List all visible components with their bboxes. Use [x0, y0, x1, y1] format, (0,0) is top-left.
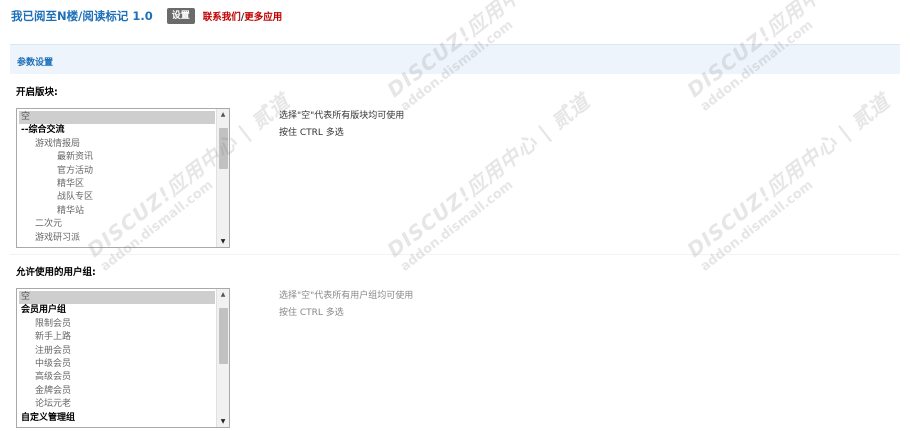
scroll-up-arrow-icon[interactable]: ▲: [217, 289, 229, 300]
scroll-up-arrow-icon[interactable]: ▲: [217, 109, 229, 120]
watermark-url: addon.dismall.com: [697, 177, 817, 275]
user-groups-option-list[interactable]: 空会员用户组 限制会员 新手上路 注册会员 中级会员 高级会员 金牌会员 论坛元老 自定义管理组: [19, 291, 215, 425]
select-option[interactable]: 最新资讯: [19, 151, 215, 164]
select-option[interactable]: 高级会员: [19, 371, 215, 384]
contact-us-link[interactable]: 联系我们: [203, 12, 241, 23]
select-option[interactable]: 论坛元老: [19, 398, 215, 411]
select-option[interactable]: 中级会员: [19, 358, 215, 371]
watermark-url: addon.dismall.com: [397, 177, 517, 275]
forums-hint-line1: 选择"空"代表所有版块均可使用: [279, 111, 405, 121]
select-option[interactable]: 会员用户组: [19, 304, 215, 317]
select-option[interactable]: 官方活动: [19, 165, 215, 178]
forums-scroll-thumb[interactable]: [219, 128, 228, 169]
scroll-down-arrow-icon[interactable]: ▼: [217, 236, 229, 247]
settings-button[interactable]: 设置: [166, 8, 195, 24]
select-option[interactable]: 二次元: [19, 218, 215, 231]
user-groups-hint-line2: 按住 CTRL 多选: [279, 308, 344, 318]
top-links: 联系我们/更多应用: [203, 9, 283, 23]
select-option[interactable]: 新手上路: [19, 331, 215, 344]
select-option[interactable]: 限制会员: [19, 318, 215, 331]
user-groups-hint: 选择"空"代表所有用户组均可使用 按住 CTRL 多选: [279, 288, 413, 322]
watermark-text: DISCUZ!应用中心 | 贰道: [682, 89, 895, 263]
user-groups-hint-line1: 选择"空"代表所有用户组均可使用: [279, 291, 414, 301]
forums-scrollbar[interactable]: ▲ ▼: [216, 109, 229, 247]
select-option[interactable]: --综合交流: [19, 124, 215, 137]
select-option[interactable]: 游戏研习派: [19, 232, 215, 245]
user-groups-label: 允许使用的用户组:: [16, 267, 96, 278]
forums-option-list[interactable]: 空 --综合交流 游戏情报局 最新资讯 官方活动 精华区 战队专区 精华站 二次元 游戏研习派: [19, 111, 215, 245]
user-groups-scrollbar[interactable]: ▲ ▼: [216, 289, 229, 427]
watermark-logo: DISCUZ!应用中心 | 贰道addon.dismall.com: [680, 89, 894, 310]
forums-multiselect[interactable]: 空 --综合交流 游戏情报局 最新资讯 官方活动 精华区 战队专区 精华站 二次元 游戏研习派 ▲…: [16, 108, 230, 248]
app-title: 我已阅至N楼/阅读标记 1.0: [11, 9, 153, 23]
forums-hint-line2: 按住 CTRL 多选: [279, 128, 344, 138]
forums-hint: 选择"空"代表所有版块均可使用 按住 CTRL 多选: [279, 108, 404, 142]
forums-label: 开启版块:: [16, 87, 58, 98]
select-option[interactable]: 精华站: [19, 205, 215, 218]
top-bar: 我已阅至N楼/阅读标记 1.0 设置 联系我们/更多应用: [11, 8, 282, 24]
select-option[interactable]: 精华区: [19, 178, 215, 191]
section-header: 参数设置: [10, 44, 900, 74]
scroll-down-arrow-icon[interactable]: ▼: [217, 416, 229, 427]
field-divider: [10, 254, 900, 255]
more-apps-link[interactable]: 更多应用: [244, 12, 282, 23]
select-option[interactable]: 游戏情报局: [19, 138, 215, 151]
select-option[interactable]: 战队专区: [19, 191, 215, 204]
select-option[interactable]: 空: [19, 291, 215, 305]
watermark-text: DISCUZ!应用中心 | 贰道: [382, 89, 595, 263]
select-option[interactable]: 自定义管理组: [19, 412, 215, 425]
select-option[interactable]: 空: [19, 111, 215, 125]
select-option[interactable]: 注册会员: [19, 345, 215, 358]
user-groups-multiselect[interactable]: 空会员用户组 限制会员 新手上路 注册会员 中级会员 高级会员 金牌会员 论坛元老 自定义管理组…: [16, 288, 230, 428]
select-option[interactable]: 金牌会员: [19, 385, 215, 398]
section-title: 参数设置: [17, 58, 54, 68]
user-groups-scroll-thumb[interactable]: [219, 308, 228, 364]
